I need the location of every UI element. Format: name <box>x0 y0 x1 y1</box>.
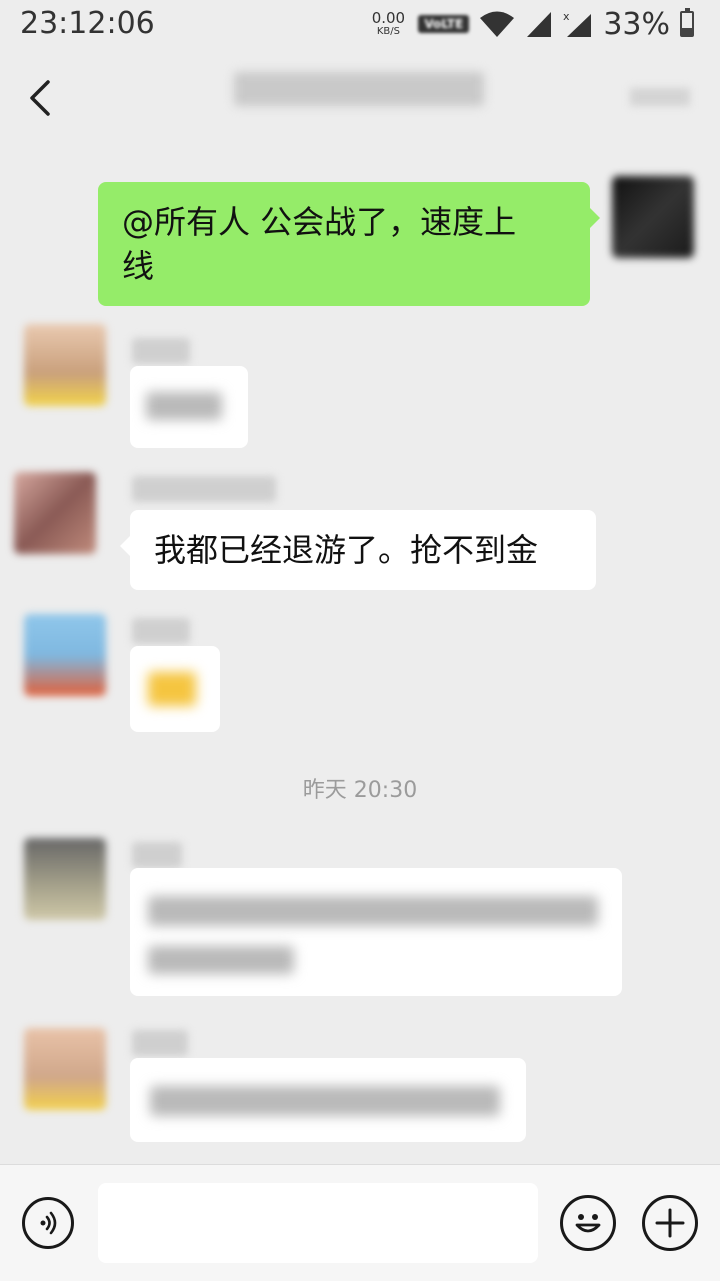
volte-badge: VoLTE <box>418 15 470 33</box>
signal-icon <box>527 12 552 37</box>
network-speed-value: 0.00 <box>371 9 406 27</box>
chevron-left-icon[interactable] <box>22 78 62 118</box>
sender-name-redacted <box>132 338 190 364</box>
plus-icon <box>655 1208 685 1238</box>
svg-text:x: x <box>563 10 570 23</box>
sender-name-redacted <box>132 1030 188 1056</box>
voice-button[interactable] <box>22 1197 74 1249</box>
message-bubble-redacted[interactable] <box>130 646 220 732</box>
input-bar <box>0 1164 720 1281</box>
chat-timestamp: 昨天 20:30 <box>302 778 418 803</box>
battery-percent: 33% <box>603 6 670 42</box>
avatar[interactable] <box>24 614 106 696</box>
chat-title-redacted <box>234 72 484 106</box>
avatar[interactable] <box>14 472 96 554</box>
avatar-self[interactable] <box>612 176 694 258</box>
status-icons: 0.00 KB/S VoLTE x 33% <box>368 6 694 42</box>
message-bubble-redacted[interactable] <box>130 366 248 448</box>
emoji-icon <box>575 1214 601 1233</box>
sender-name-redacted <box>132 618 190 644</box>
avatar[interactable] <box>24 1028 106 1110</box>
network-speed-unit: KB/S <box>376 26 400 37</box>
network-speed: 0.00 KB/S <box>368 9 408 38</box>
redacted-content <box>146 392 222 420</box>
message-text-line2: 线 <box>122 247 155 285</box>
battery-icon <box>680 8 694 37</box>
status-time: 23:12:06 <box>20 6 155 41</box>
avatar[interactable] <box>24 324 106 406</box>
message-bubble-self[interactable]: @所有人 公会战了，速度上 线 <box>98 182 600 306</box>
message-bubble-redacted[interactable] <box>130 1058 526 1142</box>
plus-button[interactable] <box>642 1195 698 1251</box>
more-options-redacted[interactable] <box>630 88 690 106</box>
message-text: 我都已经退游了。抢不到金 <box>154 531 539 569</box>
avatar[interactable] <box>24 838 106 920</box>
wifi-icon <box>480 11 515 37</box>
redacted-content <box>148 946 294 974</box>
message-bubble[interactable]: 我都已经退游了。抢不到金 <box>120 510 596 590</box>
emoji-button[interactable] <box>560 1195 616 1251</box>
redacted-content <box>148 896 598 926</box>
message-input[interactable] <box>98 1183 538 1263</box>
redacted-content <box>148 672 196 706</box>
sender-name-redacted <box>132 476 276 502</box>
message-text-line1: @所有人 公会战了，速度上 <box>122 203 517 241</box>
sender-name-redacted <box>132 842 182 868</box>
status-bar: 23:12:06 0.00 KB/S VoLTE x 33% <box>0 0 720 48</box>
message-bubble-redacted[interactable] <box>130 868 622 996</box>
redacted-content <box>150 1086 500 1116</box>
signal-icon-secondary: x <box>563 10 592 37</box>
voice-icon <box>40 1211 57 1235</box>
